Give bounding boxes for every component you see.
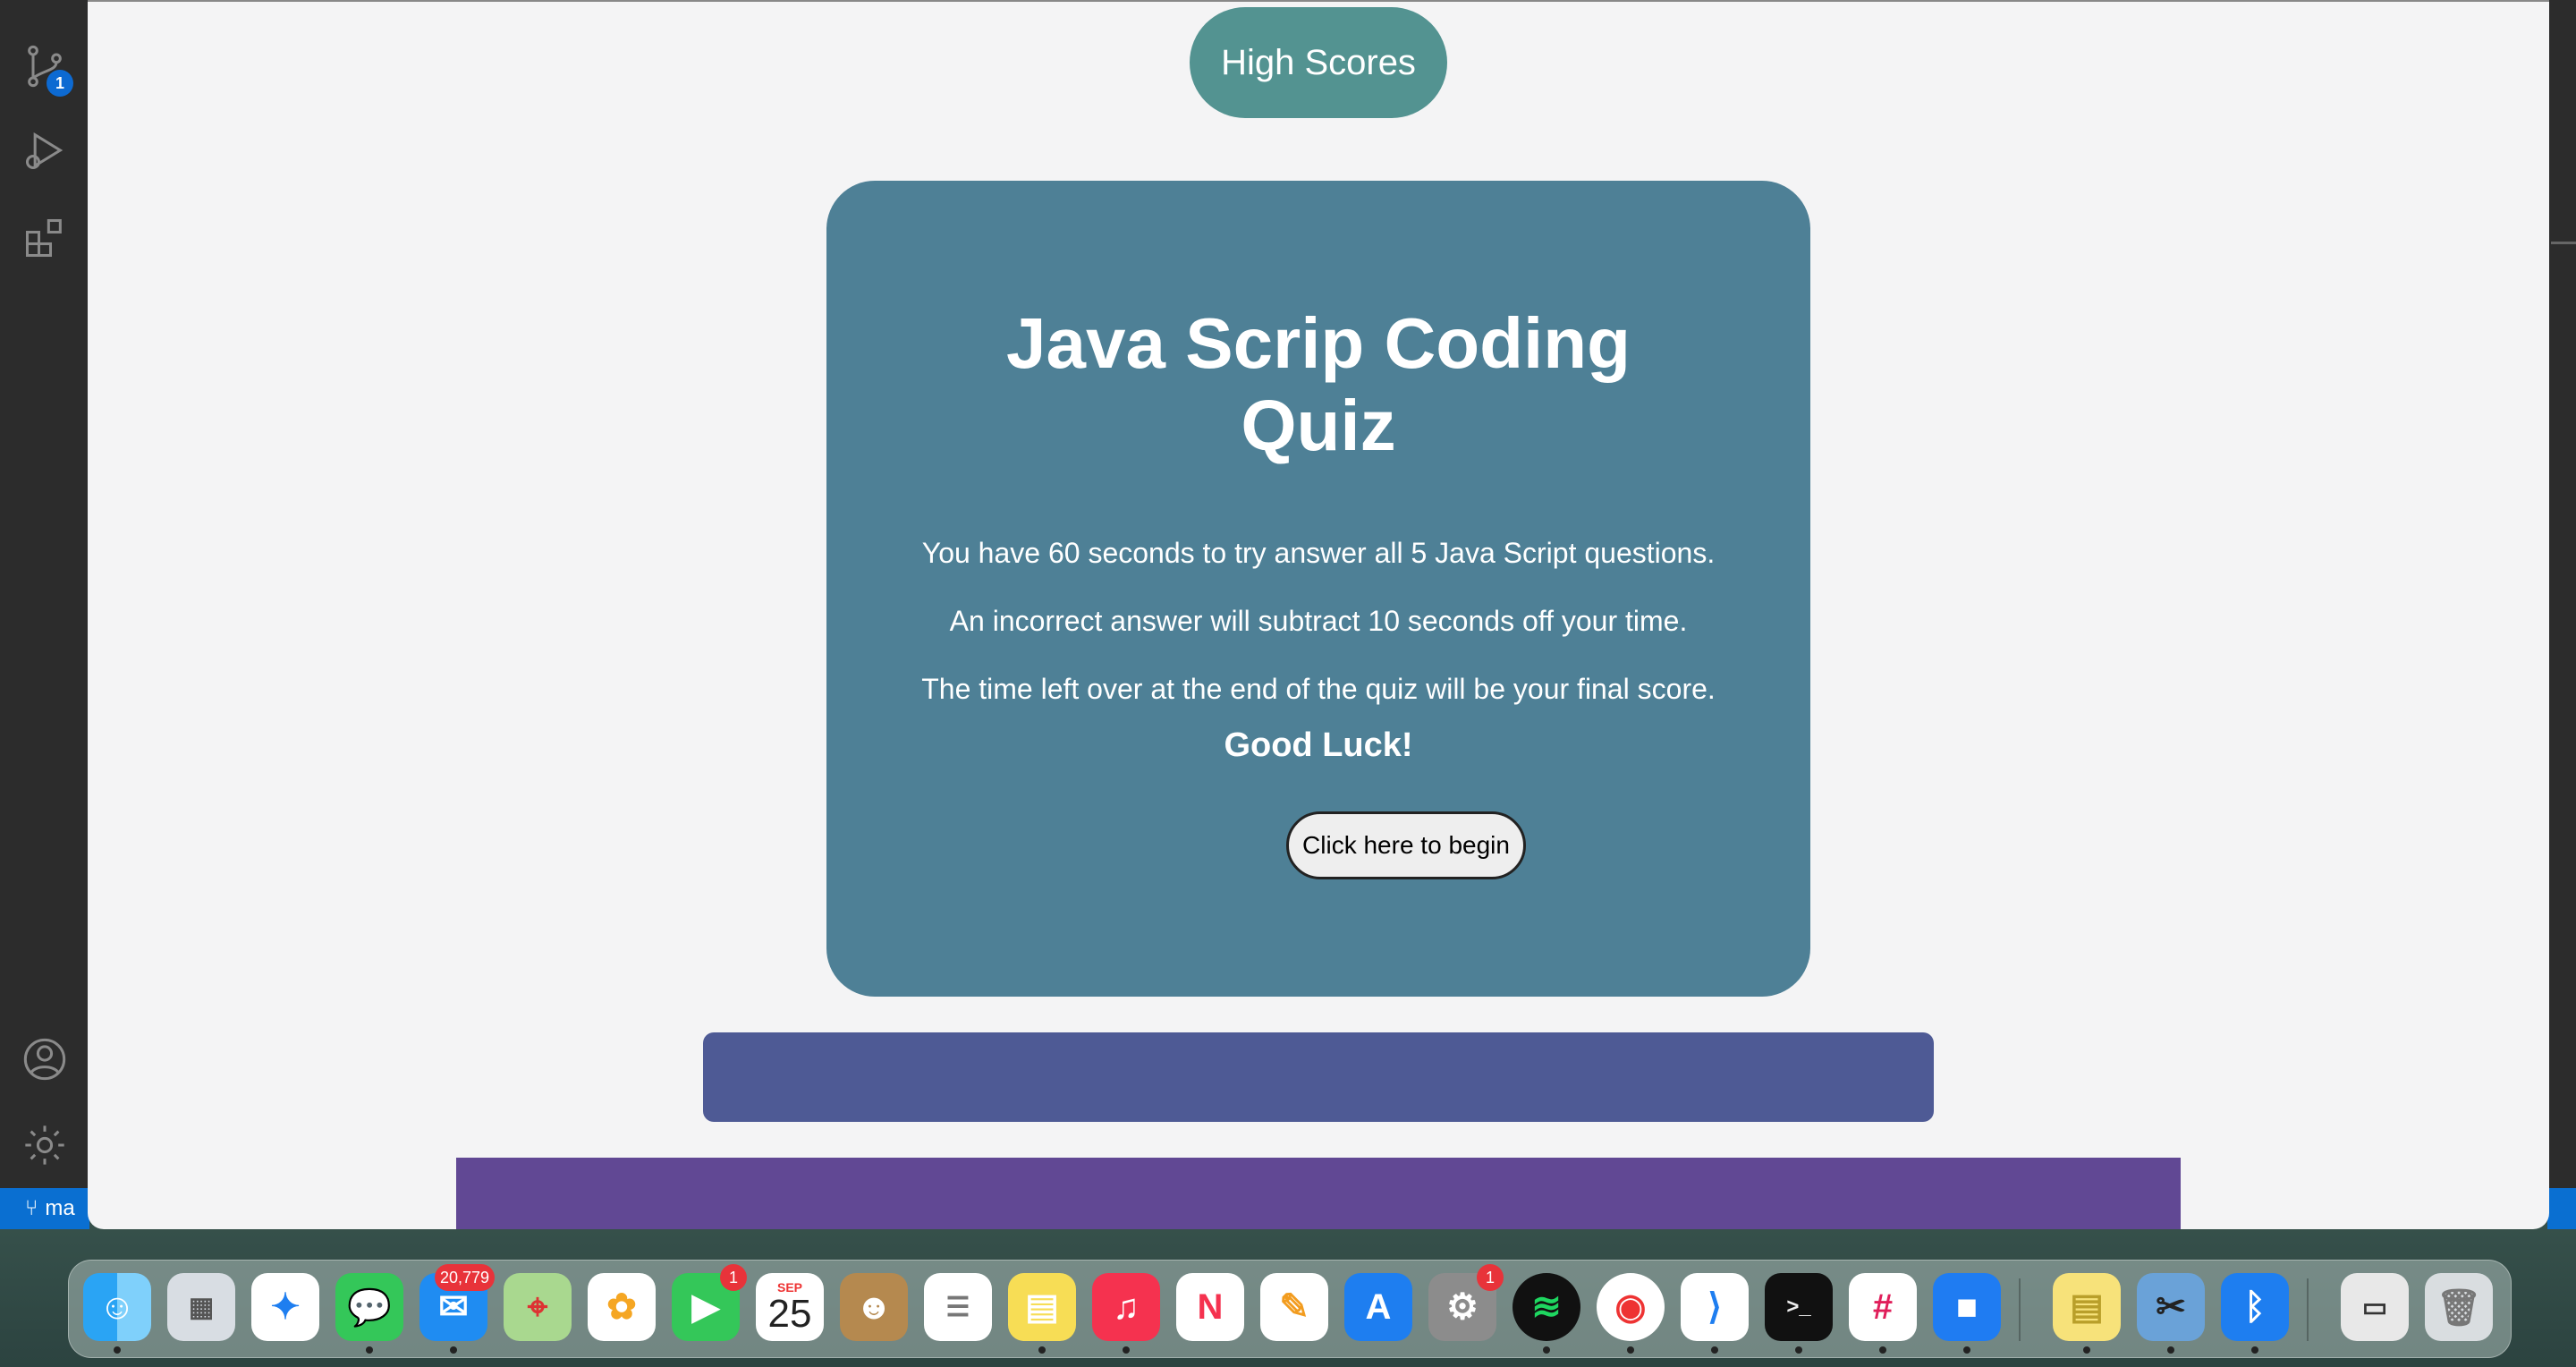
reminders-icon[interactable]: ☰ — [924, 1273, 992, 1341]
messages-icon[interactable]: 💬 — [335, 1273, 403, 1354]
dock-divider — [2307, 1278, 2309, 1341]
good-luck-text: Good Luck! — [1224, 726, 1413, 764]
facetime-icon[interactable]: ▶ 1 — [672, 1264, 747, 1341]
branch-icon: ⑂ — [25, 1196, 38, 1220]
instruction-line: An incorrect answer will subtract 10 sec… — [949, 605, 1688, 637]
source-control-icon[interactable]: 1 — [20, 41, 73, 97]
maps-icon[interactable]: ⌖ — [504, 1273, 572, 1341]
run-debug-icon[interactable] — [20, 125, 70, 175]
right-scroll-strip — [2547, 0, 2576, 1229]
screenshot-icon[interactable]: ▭ — [2341, 1273, 2409, 1341]
branch-label: ma — [45, 1196, 75, 1220]
app-store-icon[interactable]: A — [1344, 1273, 1412, 1341]
music-icon[interactable]: ♫ — [1092, 1273, 1160, 1354]
launchpad-icon[interactable]: ▦ — [167, 1273, 235, 1341]
calendar-icon[interactable]: SEP 25 — [756, 1273, 824, 1341]
status-bar-branch[interactable]: ⑂ ma — [0, 1188, 89, 1229]
answer-bar — [703, 1032, 1934, 1122]
safari-icon[interactable]: ✦ — [251, 1273, 319, 1341]
finder-icon[interactable]: ☺ — [83, 1273, 151, 1354]
macos-dock: ☺ ▦ ✦ 💬 ✉ 20,779 ⌖ ✿ ▶ 1 SEP 25 ☻ ☰ ▤ ♫ N … — [68, 1260, 2512, 1358]
instruction-line: You have 60 seconds to try answer all 5 … — [921, 537, 1716, 569]
account-icon[interactable] — [20, 1034, 70, 1084]
quiz-intro-card: Java Scrip Coding Quiz You have 60 secon… — [826, 181, 1810, 997]
pages-icon[interactable]: ✎ — [1260, 1273, 1328, 1341]
news-icon[interactable]: N — [1176, 1273, 1244, 1341]
calendar-day: 25 — [767, 1292, 812, 1336]
mail-icon[interactable]: ✉ 20,779 — [419, 1264, 495, 1354]
dock-divider — [2019, 1278, 2021, 1341]
mail-badge: 20,779 — [434, 1264, 495, 1291]
facetime-badge: 1 — [720, 1264, 747, 1291]
zoom-icon[interactable]: ■ — [1933, 1273, 2001, 1354]
browser-page: High Scores Java Scrip Coding Quiz You h… — [88, 0, 2549, 1229]
contacts-icon[interactable]: ☻ — [840, 1273, 908, 1341]
quiz-title: Java Scrip Coding Quiz — [1006, 303, 1631, 465]
slack-icon[interactable]: # — [1849, 1273, 1917, 1354]
vscode-icon[interactable]: ⟩ — [1681, 1273, 1749, 1354]
gear-icon[interactable] — [20, 1120, 70, 1170]
notes-icon[interactable]: ▤ — [1008, 1273, 1076, 1354]
source-control-badge: 1 — [47, 70, 73, 97]
settings-badge: 1 — [1477, 1264, 1504, 1291]
bluetooth-icon[interactable]: ᛒ — [2221, 1273, 2289, 1354]
activity-bar: 1 — [0, 0, 89, 1227]
begin-quiz-button[interactable]: Click here to begin — [1286, 811, 1526, 879]
scroll-marker — [2551, 242, 2576, 244]
instruction-line: The time left over at the end of the qui… — [921, 673, 1716, 705]
utility-icon[interactable]: ✂ — [2137, 1273, 2205, 1354]
extensions-icon[interactable] — [20, 213, 70, 263]
trash-icon[interactable]: 🗑 — [2425, 1273, 2493, 1341]
photos-icon[interactable]: ✿ — [588, 1273, 656, 1341]
footer-bar — [456, 1158, 2181, 1229]
system-preferences-icon[interactable]: ⚙ 1 — [1428, 1264, 1504, 1341]
spotify-icon[interactable]: ≋ — [1513, 1273, 1580, 1354]
stickies-icon[interactable]: ▤ — [2053, 1273, 2121, 1354]
chrome-icon[interactable]: ◉ — [1597, 1273, 1665, 1354]
high-scores-button[interactable]: High Scores — [1190, 7, 1447, 118]
status-bar-right — [2547, 1188, 2576, 1229]
terminal-icon[interactable]: >_ — [1765, 1273, 1833, 1354]
